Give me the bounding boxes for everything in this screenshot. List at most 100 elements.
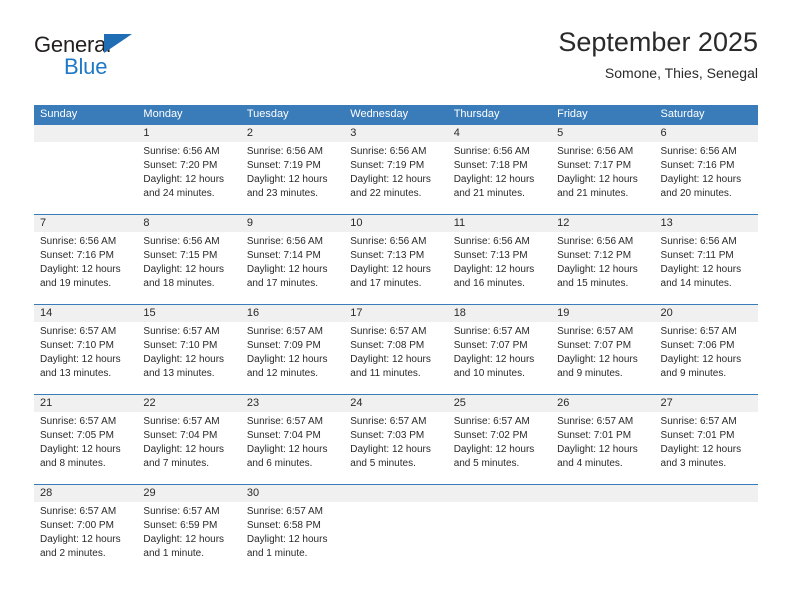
day-number-band: 29 bbox=[137, 485, 241, 502]
day-details: Sunrise: 6:56 AM Sunset: 7:20 PM Dayligh… bbox=[137, 142, 240, 201]
day-number-band: 10 bbox=[344, 215, 448, 232]
weekday-header-row: Sunday Monday Tuesday Wednesday Thursday… bbox=[34, 105, 758, 124]
day-number: 1 bbox=[143, 127, 150, 139]
day-cell[interactable]: 11 Sunrise: 6:56 AM Sunset: 7:13 PM Dayl… bbox=[447, 215, 552, 304]
daylight-text-line1: Daylight: 12 hours bbox=[557, 354, 638, 365]
sunrise-text: Sunrise: 6:56 AM bbox=[660, 146, 737, 157]
day-details bbox=[448, 502, 551, 505]
day-cell[interactable]: 17 Sunrise: 6:57 AM Sunset: 7:08 PM Dayl… bbox=[344, 305, 448, 394]
day-cell[interactable]: 27 Sunrise: 6:57 AM Sunset: 7:01 PM Dayl… bbox=[654, 395, 758, 484]
day-cell[interactable]: 28 Sunrise: 6:57 AM Sunset: 7:00 PM Dayl… bbox=[34, 485, 138, 574]
daylight-text-line1: Daylight: 12 hours bbox=[143, 534, 225, 545]
day-cell[interactable] bbox=[551, 485, 655, 574]
day-number-band: 15 bbox=[137, 305, 241, 322]
day-number-band: 28 bbox=[34, 485, 138, 502]
sunrise-text: Sunrise: 6:57 AM bbox=[246, 506, 323, 517]
week-row: 7 Sunrise: 6:56 AM Sunset: 7:16 PM Dayli… bbox=[34, 214, 758, 304]
day-cell[interactable]: 22 Sunrise: 6:57 AM Sunset: 7:04 PM Dayl… bbox=[137, 395, 241, 484]
masthead: General Blue September 2025 Somone, Thie… bbox=[34, 26, 758, 98]
day-number-band: 6 bbox=[654, 125, 758, 142]
day-number-band bbox=[447, 485, 552, 502]
day-details: Sunrise: 6:57 AM Sunset: 7:00 PM Dayligh… bbox=[34, 502, 137, 561]
daylight-text-line2: and 11 minutes. bbox=[350, 368, 421, 379]
sunset-text: Sunset: 7:09 PM bbox=[246, 340, 321, 351]
day-number-band: 23 bbox=[240, 395, 345, 412]
day-cell[interactable]: 16 Sunrise: 6:57 AM Sunset: 7:09 PM Dayl… bbox=[240, 305, 345, 394]
sunset-text: Sunset: 7:07 PM bbox=[557, 340, 632, 351]
sunrise-text: Sunrise: 6:56 AM bbox=[557, 236, 634, 247]
day-cell[interactable]: 20 Sunrise: 6:57 AM Sunset: 7:06 PM Dayl… bbox=[654, 305, 758, 394]
day-details: Sunrise: 6:56 AM Sunset: 7:16 PM Dayligh… bbox=[34, 232, 137, 291]
day-number: 18 bbox=[453, 307, 466, 319]
day-cell[interactable]: 5 Sunrise: 6:56 AM Sunset: 7:17 PM Dayli… bbox=[551, 125, 655, 214]
daylight-text-line2: and 6 minutes. bbox=[246, 458, 313, 469]
day-details: Sunrise: 6:56 AM Sunset: 7:18 PM Dayligh… bbox=[448, 142, 551, 201]
calendar-page: General Blue September 2025 Somone, Thie… bbox=[0, 0, 792, 612]
daylight-text-line2: and 17 minutes. bbox=[350, 278, 422, 289]
daylight-text-line1: Daylight: 12 hours bbox=[143, 174, 225, 185]
sunset-text: Sunset: 7:02 PM bbox=[453, 430, 528, 441]
day-cell[interactable]: 21 Sunrise: 6:57 AM Sunset: 7:05 PM Dayl… bbox=[34, 395, 138, 484]
sunrise-text: Sunrise: 6:57 AM bbox=[143, 326, 220, 337]
day-number: 10 bbox=[350, 217, 363, 229]
daylight-text-line2: and 5 minutes. bbox=[453, 458, 520, 469]
daylight-text-line1: Daylight: 12 hours bbox=[557, 444, 638, 455]
daylight-text-line2: and 23 minutes. bbox=[246, 188, 319, 199]
day-cell[interactable]: 29 Sunrise: 6:57 AM Sunset: 6:59 PM Dayl… bbox=[137, 485, 241, 574]
sunset-text: Sunset: 7:08 PM bbox=[350, 340, 425, 351]
day-cell[interactable]: 25 Sunrise: 6:57 AM Sunset: 7:02 PM Dayl… bbox=[447, 395, 552, 484]
day-cell[interactable]: 26 Sunrise: 6:57 AM Sunset: 7:01 PM Dayl… bbox=[551, 395, 655, 484]
day-cell[interactable]: 2 Sunrise: 6:56 AM Sunset: 7:19 PM Dayli… bbox=[240, 125, 345, 214]
day-cell[interactable]: 18 Sunrise: 6:57 AM Sunset: 7:07 PM Dayl… bbox=[447, 305, 552, 394]
day-details: Sunrise: 6:57 AM Sunset: 7:06 PM Dayligh… bbox=[655, 322, 758, 381]
daylight-text-line1: Daylight: 12 hours bbox=[453, 444, 535, 455]
day-cell[interactable]: 7 Sunrise: 6:56 AM Sunset: 7:16 PM Dayli… bbox=[34, 215, 138, 304]
day-cell[interactable] bbox=[447, 485, 552, 574]
sunset-text: Sunset: 7:17 PM bbox=[557, 160, 632, 171]
day-cell[interactable]: 14 Sunrise: 6:57 AM Sunset: 7:10 PM Dayl… bbox=[34, 305, 138, 394]
week-row: 14 Sunrise: 6:57 AM Sunset: 7:10 PM Dayl… bbox=[34, 304, 758, 394]
day-cell[interactable]: 30 Sunrise: 6:57 AM Sunset: 6:58 PM Dayl… bbox=[240, 485, 345, 574]
daylight-text-line2: and 1 minute. bbox=[246, 548, 308, 559]
title-block: September 2025 Somone, Thies, Senegal bbox=[558, 26, 758, 83]
daylight-text-line2: and 13 minutes. bbox=[40, 368, 112, 379]
day-number-band: 19 bbox=[551, 305, 655, 322]
day-cell[interactable]: 9 Sunrise: 6:56 AM Sunset: 7:14 PM Dayli… bbox=[240, 215, 345, 304]
day-number-band: 3 bbox=[344, 125, 448, 142]
day-number: 9 bbox=[246, 217, 253, 229]
day-cell[interactable]: 24 Sunrise: 6:57 AM Sunset: 7:03 PM Dayl… bbox=[344, 395, 448, 484]
day-number: 12 bbox=[557, 217, 570, 229]
day-cell[interactable]: 4 Sunrise: 6:56 AM Sunset: 7:18 PM Dayli… bbox=[447, 125, 552, 214]
sunrise-text: Sunrise: 6:56 AM bbox=[143, 146, 220, 157]
day-cell[interactable]: 8 Sunrise: 6:56 AM Sunset: 7:15 PM Dayli… bbox=[137, 215, 241, 304]
day-number-band: 30 bbox=[240, 485, 345, 502]
day-number-band bbox=[551, 485, 655, 502]
day-cell[interactable]: 13 Sunrise: 6:56 AM Sunset: 7:11 PM Dayl… bbox=[654, 215, 758, 304]
day-number-band: 17 bbox=[344, 305, 448, 322]
sunset-text: Sunset: 7:04 PM bbox=[246, 430, 321, 441]
day-cell[interactable] bbox=[344, 485, 448, 574]
general-blue-logo[interactable]: General Blue bbox=[34, 32, 254, 88]
daylight-text-line2: and 3 minutes. bbox=[660, 458, 727, 469]
day-cell[interactable] bbox=[654, 485, 758, 574]
day-number-band: 21 bbox=[34, 395, 138, 412]
day-details: Sunrise: 6:57 AM Sunset: 7:05 PM Dayligh… bbox=[34, 412, 137, 471]
sunset-text: Sunset: 7:15 PM bbox=[143, 250, 218, 261]
day-cell[interactable]: 10 Sunrise: 6:56 AM Sunset: 7:13 PM Dayl… bbox=[344, 215, 448, 304]
daylight-text-line1: Daylight: 12 hours bbox=[350, 444, 431, 455]
day-cell[interactable]: 23 Sunrise: 6:57 AM Sunset: 7:04 PM Dayl… bbox=[240, 395, 345, 484]
day-number: 11 bbox=[453, 217, 466, 229]
day-cell[interactable]: 15 Sunrise: 6:57 AM Sunset: 7:10 PM Dayl… bbox=[137, 305, 241, 394]
day-cell[interactable]: 12 Sunrise: 6:56 AM Sunset: 7:12 PM Dayl… bbox=[551, 215, 655, 304]
day-cell[interactable]: 19 Sunrise: 6:57 AM Sunset: 7:07 PM Dayl… bbox=[551, 305, 655, 394]
day-number: 24 bbox=[350, 397, 363, 409]
day-number: 22 bbox=[143, 397, 156, 409]
day-cell[interactable]: 6 Sunrise: 6:56 AM Sunset: 7:16 PM Dayli… bbox=[654, 125, 758, 214]
day-cell[interactable]: 1 Sunrise: 6:56 AM Sunset: 7:20 PM Dayli… bbox=[137, 125, 241, 214]
day-cell[interactable] bbox=[34, 125, 138, 214]
day-number-band: 27 bbox=[654, 395, 758, 412]
day-cell[interactable]: 3 Sunrise: 6:56 AM Sunset: 7:19 PM Dayli… bbox=[344, 125, 448, 214]
day-number-band: 9 bbox=[240, 215, 345, 232]
sunset-text: Sunset: 7:11 PM bbox=[660, 250, 734, 261]
day-number-band: 4 bbox=[447, 125, 552, 142]
